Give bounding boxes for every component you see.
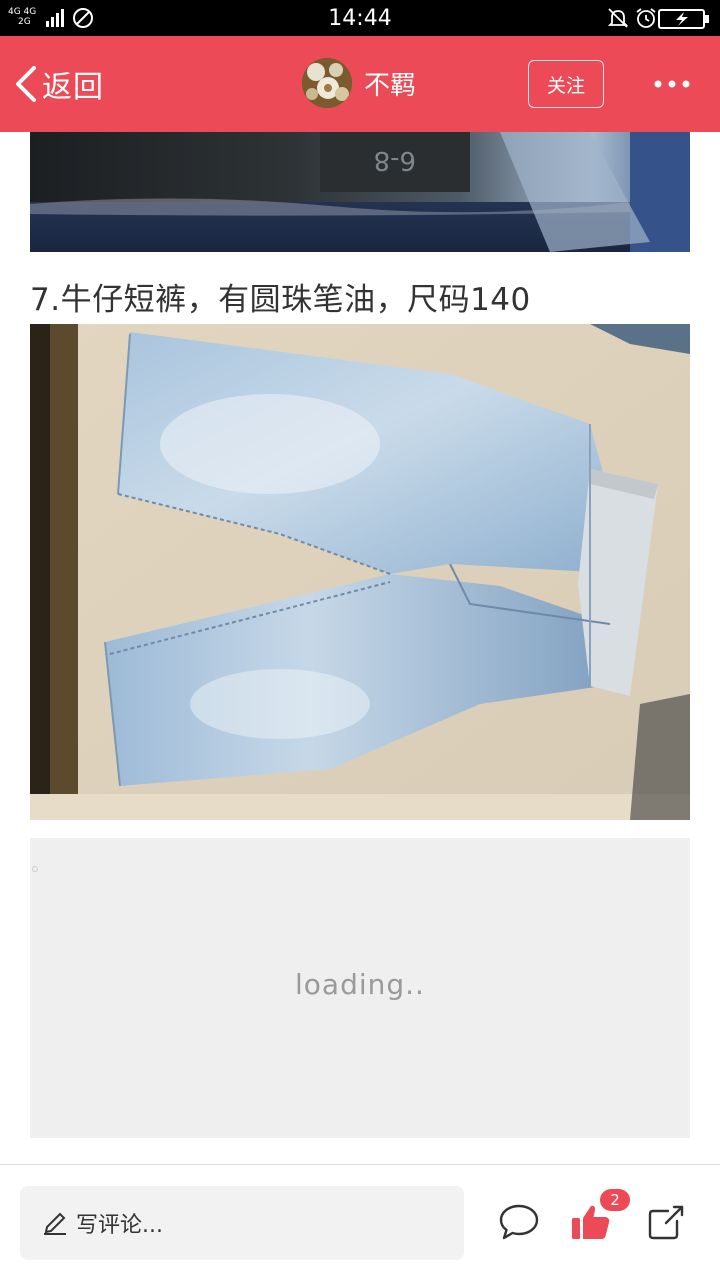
image-loading-placeholder: loading..	[30, 838, 690, 1138]
battery-charging-icon	[658, 9, 709, 29]
comment-icon[interactable]	[498, 1201, 540, 1243]
article-photo-previous[interactable]: 6-8	[30, 132, 690, 252]
article-photo[interactable]	[30, 324, 690, 820]
alarm-icon	[636, 8, 656, 28]
pencil-icon	[44, 1212, 66, 1235]
loading-text: loading..	[295, 968, 425, 1001]
jeans-label-photo: 6-8	[30, 132, 690, 252]
more-options-icon[interactable]	[652, 68, 692, 100]
snowflake-avatar-image	[302, 58, 352, 108]
avatar[interactable]	[302, 58, 352, 108]
chevron-left-icon	[16, 66, 36, 102]
photo-caption: 7.牛仔短裤，有圆珠笔油，尺码140	[30, 282, 531, 318]
like-count-badge: 2	[600, 1189, 630, 1211]
status-bar: 4G 4G 2G 14:44	[0, 0, 720, 36]
denim-shorts-photo	[30, 324, 690, 820]
placeholder-marker	[32, 866, 38, 872]
author-name: 不羁	[364, 70, 417, 101]
comment-input[interactable]: 写评论...	[20, 1186, 464, 1260]
back-button[interactable]: 返回	[12, 62, 104, 106]
back-label: 返回	[42, 70, 104, 105]
top-nav-bar: 返回 不羁 关注	[0, 36, 720, 132]
article-content[interactable]: 6-8 7.牛仔短裤，有圆珠笔油，尺码140 loading..	[0, 132, 720, 1164]
follow-button[interactable]: 关注	[528, 60, 604, 108]
mute-bell-icon	[607, 8, 629, 28]
share-icon[interactable]	[644, 1201, 686, 1243]
author-info[interactable]: 不羁	[302, 58, 416, 108]
comment-placeholder: 写评论...	[76, 1213, 163, 1238]
svg-text:6-8: 6-8	[374, 145, 416, 175]
bottom-action-bar: 写评论... 2	[0, 1164, 720, 1280]
